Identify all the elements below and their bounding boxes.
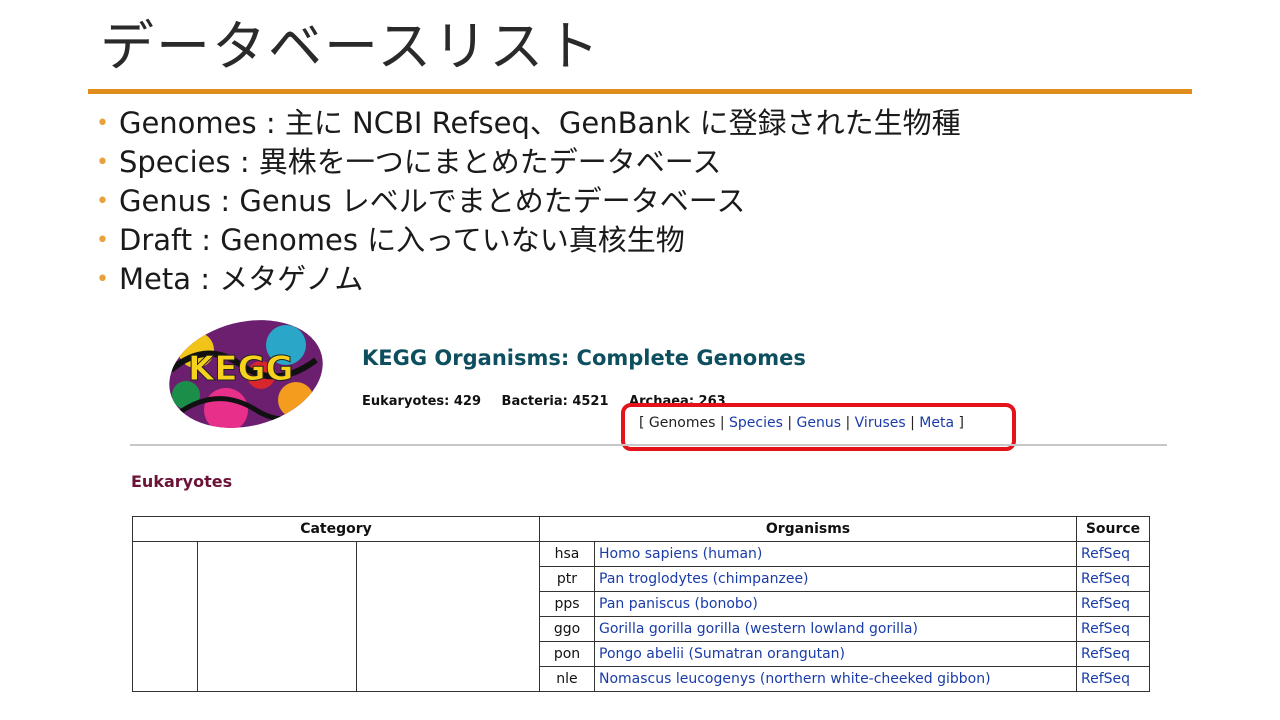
- kegg-logo: KEGG: [169, 320, 326, 428]
- organism-link[interactable]: Pan paniscus (bonobo): [599, 596, 758, 612]
- organism-link[interactable]: Nomascus leucogenys (northern white-chee…: [599, 671, 991, 687]
- organism-code: pps: [539, 591, 595, 617]
- title-underline: [88, 89, 1192, 94]
- organism-code: ptr: [539, 566, 595, 592]
- organism-link[interactable]: Pongo abelii (Sumatran orangutan): [599, 646, 845, 662]
- bullet-item: • Meta : メタゲノム: [96, 262, 364, 296]
- organism-link[interactable]: Pan troglodytes (chimpanzee): [599, 571, 809, 587]
- bullet-dot-icon: •: [96, 150, 109, 175]
- header-category: Category: [132, 516, 540, 542]
- header-organisms: Organisms: [539, 516, 1077, 542]
- source-link[interactable]: RefSeq: [1081, 571, 1130, 587]
- slide-title: データベースリスト: [100, 15, 602, 78]
- organism-code: ggo: [539, 616, 595, 642]
- bacteria-count: Bacteria: 4521: [501, 394, 609, 409]
- bullet-dot-icon: •: [96, 189, 109, 214]
- table-row: hsa Homo sapiens (human) RefSeq: [132, 541, 1150, 692]
- eukaryotes-count: Eukaryotes: 429: [362, 394, 481, 409]
- organisms-table: Category Organisms Source hsa Homo sapie…: [132, 516, 1150, 692]
- source-link[interactable]: RefSeq: [1081, 671, 1130, 687]
- header-source: Source: [1076, 516, 1150, 542]
- kegg-divider: [130, 444, 1167, 446]
- organism-link[interactable]: Homo sapiens (human): [599, 546, 762, 562]
- source-link[interactable]: RefSeq: [1081, 646, 1130, 662]
- svg-text:KEGG: KEGG: [188, 349, 293, 389]
- category-cell: [356, 541, 540, 692]
- source-link[interactable]: RefSeq: [1081, 596, 1130, 612]
- source-link[interactable]: RefSeq: [1081, 546, 1130, 562]
- bullet-item: • Species : 異株を一つにまとめたデータベース: [96, 145, 722, 179]
- bullet-item: • Genus : Genus レベルでまとめたデータベース: [96, 184, 746, 218]
- category-cell: [197, 541, 357, 692]
- bullet-dot-icon: •: [96, 228, 109, 253]
- organism-code: pon: [539, 641, 595, 667]
- bullet-item: • Genomes : 主に NCBI Refseq、GenBank に登録された…: [96, 106, 961, 140]
- screenshot-crop-edge: [0, 692, 1280, 720]
- category-cell: [132, 541, 198, 692]
- section-heading-eukaryotes: Eukaryotes: [131, 472, 233, 491]
- bullet-dot-icon: •: [96, 111, 109, 136]
- organism-link[interactable]: Gorilla gorilla gorilla (western lowland…: [599, 621, 918, 637]
- source-link[interactable]: RefSeq: [1081, 621, 1130, 637]
- organism-code: hsa: [539, 541, 595, 567]
- bullet-dot-icon: •: [96, 267, 109, 292]
- bullet-item: • Draft : Genomes に入っていない真核生物: [96, 223, 685, 257]
- kegg-page-title: KEGG Organisms: Complete Genomes: [362, 346, 806, 370]
- organism-code: nle: [539, 666, 595, 692]
- bullet-list: • Genomes : 主に NCBI Refseq、GenBank に登録された…: [96, 104, 961, 299]
